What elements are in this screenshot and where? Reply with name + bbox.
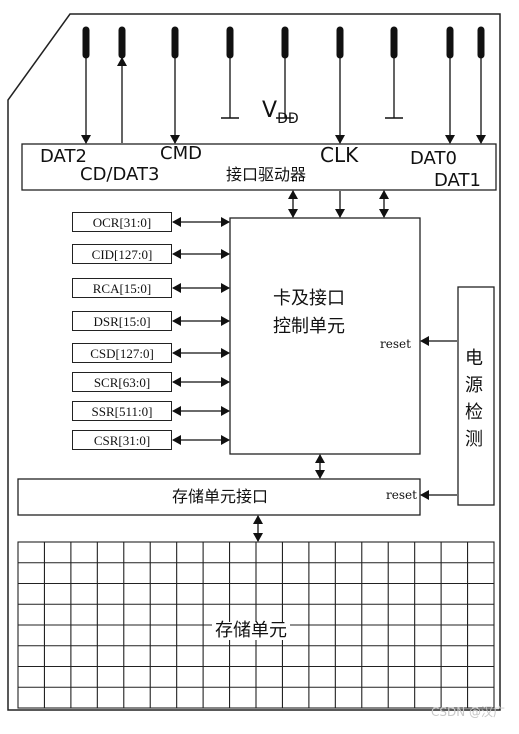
reset-label-control: reset (380, 337, 411, 351)
memory-unit-label: 存储单元 (212, 622, 290, 640)
register-box: CSR[31:0] (72, 430, 172, 450)
pin-label-cd-dat3: CD/DAT3 (80, 164, 160, 185)
pin-label-dat1: DAT1 (434, 170, 481, 191)
power-detect-char-2: 源 (465, 375, 483, 396)
pin-label-clk: CLK (320, 143, 359, 167)
pin-label-cmd: CMD (160, 143, 202, 164)
power-detect-char-3: 检 (465, 402, 483, 423)
power-detect-box (457, 286, 495, 506)
pin-label-vdd-sub: DD (277, 111, 299, 127)
register-box: SCR[63:0] (72, 372, 172, 392)
watermark: CSDN @汉广 (430, 705, 505, 719)
register-box: SSR[511:0] (72, 401, 172, 421)
control-unit-label-line2: 控制单元 (273, 316, 345, 337)
reset-label-memory: reset (386, 488, 417, 502)
interface-driver-label: 接口驱动器 (226, 165, 307, 184)
pin-label-dat0: DAT0 (410, 148, 457, 169)
sd-card-architecture-diagram: DAT2 CD/DAT3 CMD VDD CLK DAT0 DAT1 接口驱动器… (0, 0, 519, 734)
register-box: OCR[31:0] (72, 212, 172, 232)
power-detect-char-4: 测 (465, 429, 483, 450)
pin-label-vdd-main: V (262, 98, 278, 123)
memory-interface-label: 存储单元接口 (172, 487, 269, 506)
power-detect-char-1: 电 (465, 348, 483, 369)
register-box: CSD[127:0] (72, 343, 172, 363)
register-box: DSR[15:0] (72, 311, 172, 331)
control-unit-label-line1: 卡及接口 (273, 288, 345, 309)
register-box: RCA[15:0] (72, 278, 172, 298)
register-box: CID[127:0] (72, 244, 172, 264)
pin-label-vdd: VDD (262, 98, 299, 127)
